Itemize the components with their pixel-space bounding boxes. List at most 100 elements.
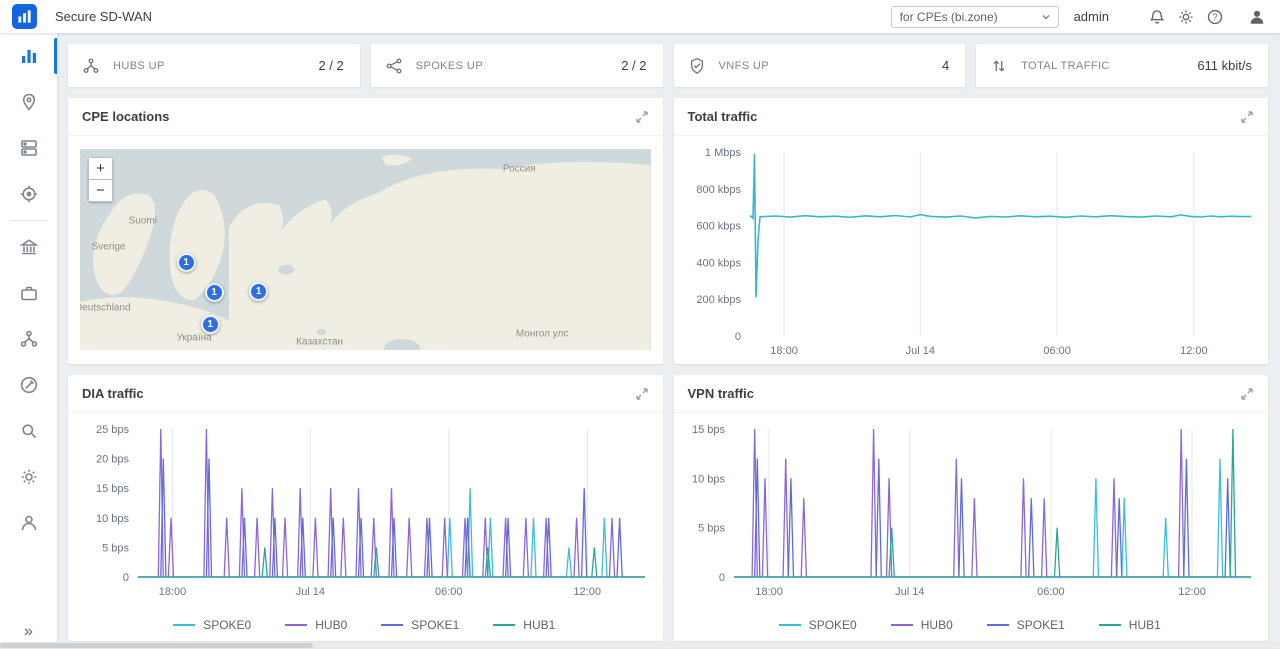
double-chevron-right-icon: » <box>24 623 33 640</box>
panel-title: CPE locations <box>82 109 170 124</box>
configuration-edit-icon <box>20 376 37 394</box>
sidebar-item-dashboard[interactable] <box>0 33 57 79</box>
zoom-in-button[interactable]: + <box>88 157 113 180</box>
app-title: Secure SD-WAN <box>55 9 153 24</box>
svg-text:06:00: 06:00 <box>435 586 463 598</box>
stat-value: 2 / 2 <box>621 58 647 73</box>
stat-card-spokes-up[interactable]: SPOKES UP 2 / 2 <box>370 44 663 87</box>
panel-vpn-traffic: VPN traffic 18:00 Jul 14 06:00 12:00 0 5 bps 1… <box>673 375 1268 641</box>
sidebar-item-audit[interactable] <box>0 408 57 454</box>
svg-text:5 bps: 5 bps <box>102 542 129 554</box>
dia_traffic-plot: 18:00 Jul 14 06:00 12:00 0 5 bps 10 bps 15 bps 2… <box>96 424 645 598</box>
stat-card-total-traffic[interactable]: TOTAL TRAFFIC 611 kbit/s <box>976 44 1268 87</box>
sidebar-item-inventory[interactable] <box>0 125 57 171</box>
map-marker[interactable]: 1 <box>200 314 220 334</box>
stat-card-vnfs-up[interactable]: VNFS UP 4 <box>673 44 966 87</box>
sidebar-item-monitoring[interactable] <box>0 171 57 217</box>
legend-swatch <box>986 624 1009 626</box>
panel-cpe-locations: CPE locations + − Россия Suomi Sverige D… <box>68 98 663 364</box>
topbar-actions: for CPEs (bi.zone) admin ? <box>890 5 1280 28</box>
services-case-icon <box>20 286 37 301</box>
dashboard-bar-chart-icon <box>21 50 36 63</box>
dia-traffic-chart: 18:00 Jul 14 06:00 12:00 0 5 bps 10 bps 15 bps 2… <box>74 417 655 641</box>
panel-title: VPN traffic <box>687 386 754 401</box>
map-marker[interactable]: 1 <box>204 282 224 302</box>
cpe-scope-value: for CPEs (bi.zone) <box>899 9 998 24</box>
legend-item[interactable]: HUB1 <box>1098 618 1161 632</box>
sidebar-item-configuration[interactable] <box>0 362 57 408</box>
legend-label: HUB1 <box>523 618 556 632</box>
account-icon[interactable] <box>1248 8 1266 26</box>
stat-card-hubs-up[interactable]: HUBS UP 2 / 2 <box>68 44 360 87</box>
svg-text:06:00: 06:00 <box>1043 345 1071 357</box>
svg-text:15 bps: 15 bps <box>691 424 725 436</box>
chevron-down-icon <box>1042 14 1050 19</box>
app-logo[interactable] <box>12 4 37 29</box>
svg-text:20 bps: 20 bps <box>96 454 130 466</box>
legend-item[interactable]: SPOKE0 <box>778 618 857 632</box>
sidebar-divider <box>10 220 47 221</box>
map-place-label: Россия <box>502 163 536 175</box>
svg-text:400 kbps: 400 kbps <box>696 257 741 269</box>
notifications-bell-icon[interactable] <box>1148 8 1166 26</box>
svg-text:18:00: 18:00 <box>755 586 783 598</box>
legend-swatch <box>285 624 308 626</box>
stat-label: TOTAL TRAFFIC <box>1021 59 1110 72</box>
vpn_traffic-plot: 18:00 Jul 14 06:00 12:00 0 5 bps 10 bps 15 bps <box>691 424 1251 598</box>
legend-item[interactable]: HUB1 <box>493 618 555 632</box>
total_traffic-plot: 18:00 Jul 14 06:00 12:00 0 200 kbps 400 kbps 60… <box>696 147 1251 357</box>
help-icon[interactable]: ? <box>1206 8 1224 26</box>
svg-text:25 bps: 25 bps <box>96 424 130 436</box>
sidebar-item-organizations[interactable] <box>0 224 57 270</box>
legend-item[interactable]: SPOKE0 <box>173 618 251 632</box>
stat-value: 4 <box>942 58 950 73</box>
map-place-label: Suomi <box>128 215 157 227</box>
svg-text:0: 0 <box>734 331 740 343</box>
map-place-label: Казахстан <box>296 336 344 348</box>
map-marker[interactable]: 1 <box>249 281 269 301</box>
legend-item[interactable]: HUB0 <box>890 618 953 632</box>
expand-icon[interactable] <box>635 110 649 124</box>
legend-item[interactable]: SPOKE1 <box>381 618 459 632</box>
panel-title: DIA traffic <box>82 386 144 401</box>
expand-icon[interactable] <box>1240 110 1254 124</box>
map-marker[interactable]: 1 <box>176 252 196 272</box>
svg-text:Jul 14: Jul 14 <box>895 586 924 598</box>
svg-text:Jul 14: Jul 14 <box>905 345 934 357</box>
user-name[interactable]: admin <box>1074 9 1109 24</box>
expand-icon[interactable] <box>1240 387 1254 401</box>
stat-label: SPOKES UP <box>415 59 483 72</box>
legend-swatch <box>173 624 196 626</box>
svg-text:0: 0 <box>718 572 724 584</box>
svg-text:800 kbps: 800 kbps <box>696 184 741 196</box>
hub-icon <box>82 57 100 75</box>
svg-text:10 bps: 10 bps <box>96 513 130 525</box>
svg-text:15 bps: 15 bps <box>96 483 130 495</box>
sidebar-item-system[interactable] <box>0 454 57 500</box>
svg-text:10 bps: 10 bps <box>691 473 725 485</box>
expand-icon[interactable] <box>635 387 649 401</box>
zoom-out-button[interactable]: − <box>88 179 113 202</box>
logo-icon <box>18 10 31 23</box>
legend-item[interactable]: SPOKE1 <box>986 618 1065 632</box>
shield-check-icon <box>688 57 706 75</box>
settings-gear-icon[interactable] <box>1177 8 1195 26</box>
map-canvas[interactable]: + − Россия Suomi Sverige Deutschland Україна… <box>80 149 651 350</box>
sidebar-item-topology[interactable] <box>0 316 57 362</box>
svg-text:600 kbps: 600 kbps <box>696 221 741 233</box>
legend-swatch <box>381 624 404 626</box>
horizontal-scrollbar[interactable] <box>0 642 1280 649</box>
panel-header: VPN traffic <box>673 375 1268 413</box>
legend-swatch <box>493 624 516 626</box>
system-gear-icon <box>21 469 36 485</box>
panel-header: CPE locations <box>68 98 663 136</box>
sidebar-item-users[interactable] <box>0 500 57 546</box>
legend-item[interactable]: HUB0 <box>285 618 347 632</box>
sidebar-item-locations[interactable] <box>0 79 57 125</box>
map-place-label: Монгол улс <box>515 328 569 340</box>
cpe-scope-select[interactable]: for CPEs (bi.zone) <box>890 5 1059 28</box>
scrollbar-thumb[interactable] <box>0 643 313 648</box>
topbar: Secure SD-WAN for CPEs (bi.zone) admin ? <box>0 0 1280 33</box>
svg-text:1 Mbps: 1 Mbps <box>704 147 741 159</box>
sidebar-item-services[interactable] <box>0 270 57 316</box>
